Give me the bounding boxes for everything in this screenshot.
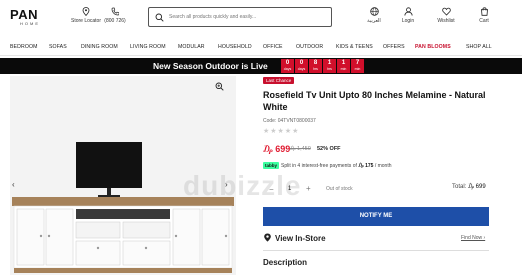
search-icon <box>155 13 164 22</box>
main-nav: BEDROOM SOFAS DINING ROOM LIVING ROOM MO… <box>0 40 522 56</box>
product-title: Rosefield Tv Unit Upto 80 Inches Melamin… <box>263 90 486 112</box>
tabby-logo: tabby <box>263 162 280 169</box>
login-label: Login <box>401 18 415 24</box>
nav-item-household[interactable]: HOUSEHOLD <box>218 44 252 50</box>
countdown-digit: 1 min <box>337 59 350 73</box>
phone-icon <box>111 7 119 16</box>
site-header: PAN HOME Store Locator (800 726) العربية <box>0 0 522 38</box>
view-in-store-label[interactable]: View In-Store <box>275 234 326 243</box>
search-input[interactable] <box>169 11 324 23</box>
quantity-decrease-button[interactable]: − <box>269 185 274 194</box>
logo-main: PAN <box>10 7 38 22</box>
zoom-icon[interactable] <box>215 82 224 91</box>
nav-item-pan-blooms[interactable]: PAN BLOOMS <box>415 44 451 50</box>
search-box[interactable] <box>148 7 332 27</box>
globe-icon <box>369 7 379 16</box>
discount-label: 52% OFF <box>317 146 341 152</box>
tabby-text-post: / month <box>374 163 392 169</box>
store-locator-label: Store Locator <box>70 18 102 24</box>
notify-me-button[interactable]: NOTIFY ME <box>263 207 489 226</box>
phone-link[interactable]: (800 726) <box>100 7 130 25</box>
countdown-digit: 1 hrs <box>323 59 336 73</box>
user-icon <box>403 7 413 16</box>
promo-banner[interactable]: New Season Outdoor is Live 0 days 0 days 8… <box>0 58 522 74</box>
description-heading[interactable]: Description <box>263 258 307 267</box>
current-price: ₯ 699 <box>263 144 291 154</box>
countdown-digit: 8 hrs <box>309 59 322 73</box>
tabby-installment-text[interactable]: Split in 4 interest-free payments of ₯ 1… <box>281 163 392 169</box>
nav-item-dining-room[interactable]: DINING ROOM <box>81 44 118 50</box>
nav-item-bedroom[interactable]: BEDROOM <box>10 44 38 50</box>
watermark-text: dubizzle <box>183 170 302 201</box>
cart-label: Cart <box>479 18 489 24</box>
wishlist-label: Wishlist <box>437 18 455 24</box>
last-chance-badge: Last Chance <box>263 77 295 84</box>
nav-item-living-room[interactable]: LIVING ROOM <box>130 44 166 50</box>
product-code: Code: 04TVNT0800037 <box>263 118 316 124</box>
find-now-link[interactable]: Find Now › <box>461 235 485 241</box>
heart-icon <box>441 7 451 16</box>
nav-item-outdoor[interactable]: OUTDOOR <box>296 44 323 50</box>
location-pin-icon <box>82 7 90 16</box>
quantity-value[interactable]: 1 <box>288 186 291 192</box>
countdown-timer: 0 days 0 days 8 hrs 1 hrs 1 min 7 min <box>281 59 365 73</box>
stock-status: Out of stock <box>326 186 353 192</box>
language-switch[interactable]: العربية <box>364 7 384 25</box>
countdown-digit: 0 days <box>281 59 294 73</box>
store-icon <box>264 233 271 242</box>
rating-stars[interactable]: ★★★★★ <box>263 127 299 135</box>
divider <box>263 250 489 251</box>
logo-sub: HOME <box>20 21 40 26</box>
tabby-text-pre: Split in 4 interest-free payments of <box>281 163 357 169</box>
cart-icon <box>480 7 488 16</box>
nav-item-office[interactable]: OFFICE <box>263 44 283 50</box>
login-link[interactable]: Login <box>397 7 419 25</box>
total-price: Total: ₯ 699 <box>452 184 486 190</box>
phone-number: (800 726) <box>104 18 126 24</box>
total-label: Total: <box>452 184 467 190</box>
nav-item-sofas[interactable]: SOFAS <box>49 44 67 50</box>
language-label: العربية <box>367 18 381 24</box>
original-price: ₯ 1,450 <box>290 146 311 152</box>
banner-text: New Season Outdoor is Live <box>153 61 268 71</box>
total-value: ₯ 699 <box>468 184 486 190</box>
quantity-increase-button[interactable]: + <box>306 184 311 193</box>
gallery-prev-arrow[interactable]: ‹ <box>12 180 15 189</box>
cart-link[interactable]: Cart <box>474 7 494 25</box>
nav-item-kids-teens[interactable]: KIDS & TEENS <box>336 44 373 50</box>
nav-item-modular[interactable]: MODULAR <box>178 44 205 50</box>
countdown-digit: 7 min <box>351 59 364 73</box>
logo[interactable]: PAN HOME <box>10 7 48 26</box>
nav-item-offers[interactable]: OFFERS <box>383 44 405 50</box>
nav-item-shop-all[interactable]: SHOP ALL <box>466 44 492 50</box>
tabby-amount: ₯ 175 <box>358 163 374 169</box>
wishlist-link[interactable]: Wishlist <box>435 7 457 25</box>
countdown-digit: 0 days <box>295 59 308 73</box>
